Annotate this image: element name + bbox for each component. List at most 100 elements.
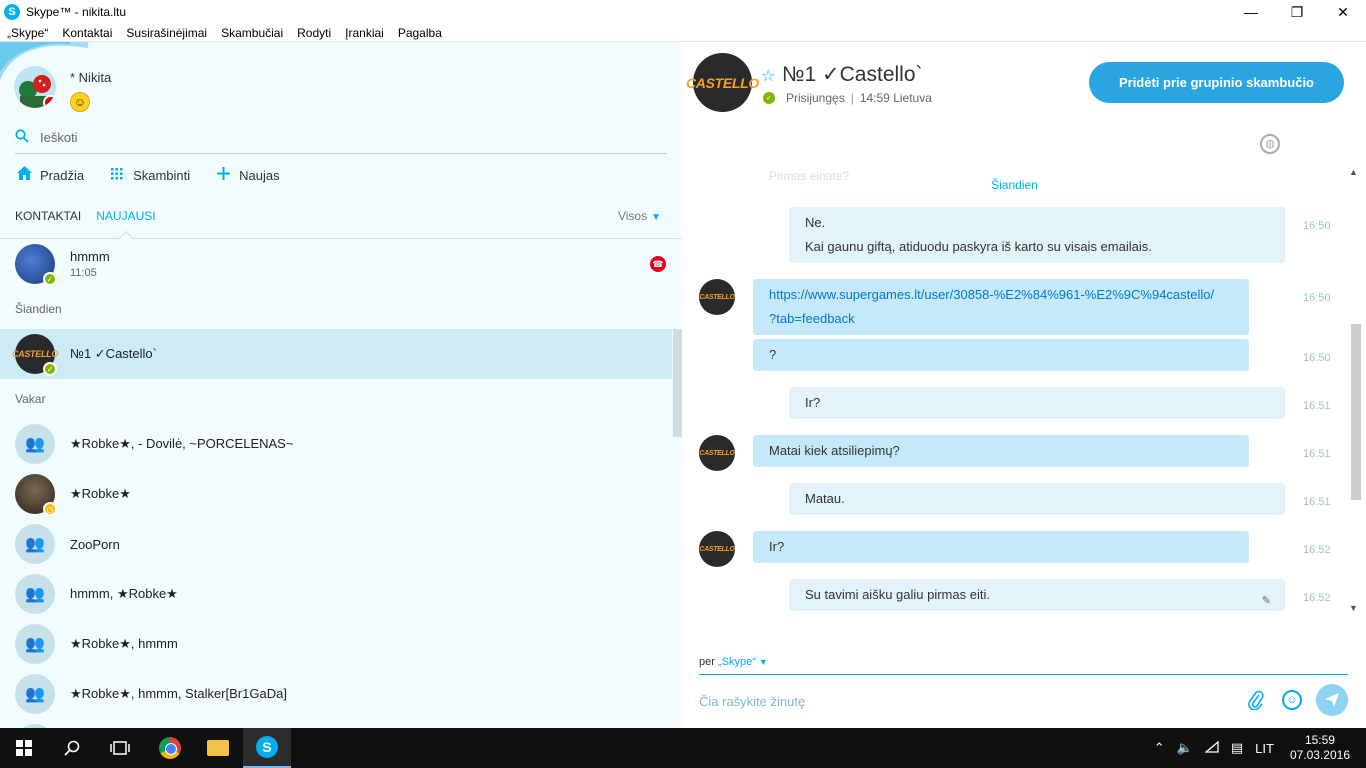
message-link[interactable]: ?tab=feedback: [769, 311, 855, 326]
contact-avatar[interactable]: CASTELLO: [686, 53, 759, 112]
message-text: Ir?: [805, 395, 821, 410]
list-item[interactable]: 👥 ★Robke★, hmmm: [0, 619, 672, 669]
message-bubble[interactable]: Matai kiek atsiliepimų?: [753, 435, 1249, 467]
contact-name: ★Robke★, hmmm, Stalker[Br1GaDa]: [70, 686, 287, 701]
globe-icon[interactable]: ◍: [1260, 134, 1280, 154]
contact-status: ✓ Prisijungęs | 14:59 Lietuva: [763, 91, 932, 105]
mood-emoticon-icon[interactable]: ☺: [70, 92, 90, 112]
windows-start-icon[interactable]: [0, 728, 48, 768]
contact-name: ZooPorn: [70, 536, 120, 552]
group-avatar-icon: 👥: [15, 574, 55, 614]
message-bubble[interactable]: Ne. Kai gaunu giftą, atiduodu paskyra iš…: [789, 207, 1285, 263]
nav-new-label: Naujas: [239, 167, 280, 183]
contact-name: ★Robke★, hmmm: [70, 636, 178, 651]
profile-name[interactable]: * Nikita: [70, 70, 111, 85]
contact-name: hmmm: [70, 249, 110, 264]
menu-contacts[interactable]: Kontaktai: [62, 26, 112, 40]
contact-name: hmmm, ★Robke★: [70, 586, 178, 601]
list-item[interactable]: 👥 ★Robke★, - Dovilė, ~PORCELENAS~: [0, 419, 672, 469]
message-bubble[interactable]: Ir?: [753, 531, 1249, 563]
nav-new[interactable]: Naujas: [214, 166, 280, 184]
list-item[interactable]: 👥 hmmm, ★Robke★: [0, 569, 672, 619]
message-input[interactable]: [699, 694, 1239, 709]
menu-calls[interactable]: Skambučiai: [221, 26, 283, 40]
minimize-button[interactable]: —: [1228, 0, 1274, 24]
message-bubble[interactable]: Matau.: [789, 483, 1285, 515]
attach-icon[interactable]: [1248, 690, 1264, 715]
message-bubble[interactable]: Ir?: [789, 387, 1285, 419]
menu-view[interactable]: Rodyti: [297, 26, 331, 40]
list-item[interactable]: 👥 ZooPorn: [0, 519, 672, 569]
menu-conversations[interactable]: Susirašinėjimai: [126, 26, 207, 40]
message-bubble[interactable]: https://www.supergames.lt/user/30858-%E2…: [753, 279, 1249, 335]
list-item[interactable]: ✓ hmmm 11:05 ☎: [0, 239, 672, 289]
sidebar-scrollbar[interactable]: [673, 329, 682, 437]
chrome-icon[interactable]: [146, 728, 194, 768]
nav-home[interactable]: Pradžia: [15, 166, 84, 184]
scroll-down-icon[interactable]: ▼: [1349, 603, 1358, 613]
group-avatar-icon: 👥: [15, 624, 55, 664]
send-icon: [1325, 693, 1339, 707]
avatar: CASTELLO: [699, 279, 735, 315]
skype-taskbar-icon[interactable]: S: [243, 728, 291, 768]
chevron-down-icon: ▼: [758, 657, 768, 667]
message-time: 16:50: [1303, 352, 1331, 364]
scrollbar-thumb[interactable]: [1351, 324, 1361, 500]
hang-up-icon[interactable]: ☎: [650, 256, 666, 272]
group-avatar-icon: 👥: [15, 524, 55, 564]
avatar: CASTELLO ✓: [11, 334, 59, 376]
list-item[interactable]: 👥 ★Robke★, hmmm, Stalker[Br1GaDa]: [0, 669, 672, 719]
profile-avatar[interactable]: [14, 66, 56, 108]
tab-recent[interactable]: NAUJAUSI: [96, 209, 155, 223]
conversation-panel: CASTELLO ☆ №1 ✓Castello` ✓ Prisijungęs |…: [682, 42, 1366, 728]
menu-help[interactable]: Pagalba: [398, 26, 442, 40]
close-button[interactable]: ✕: [1320, 0, 1366, 24]
message-time: 16:51: [1303, 448, 1331, 460]
message-bubble[interactable]: Su tavimi aišku galiu pirmas eiti. ✎: [789, 579, 1285, 611]
system-tray: ⌃ 🔈 ▤ LIT 15:59 07.03.2016: [1154, 728, 1366, 768]
section-header-yesterday: Vakar: [15, 392, 46, 406]
emoticon-icon[interactable]: ☺: [1282, 690, 1302, 710]
message-time: 16:52: [1303, 592, 1331, 604]
contact-name: ★Robke★: [70, 486, 131, 501]
menu-tools[interactable]: Įrankiai: [345, 26, 384, 40]
message-scrollbar[interactable]: ▲ ▼: [1347, 162, 1362, 617]
restore-button[interactable]: ❐: [1274, 0, 1320, 24]
avatar: ✓: [15, 244, 57, 286]
menu-skype[interactable]: „Skype“: [7, 26, 48, 40]
edit-pencil-icon[interactable]: ✎: [1262, 589, 1271, 613]
send-button[interactable]: [1316, 684, 1348, 716]
list-item[interactable]: 👥: [0, 719, 672, 728]
item-time: 11:05: [70, 267, 97, 279]
taskbar: S ⌃ 🔈 ▤ LIT 15:59 07.03.2016: [0, 728, 1366, 768]
wifi-icon[interactable]: [1204, 740, 1219, 756]
message-link[interactable]: https://www.supergames.lt/user/30858-%E2…: [769, 287, 1214, 302]
message-text: Kai gaunu giftą, atiduodu paskyra iš kar…: [805, 239, 1152, 254]
via-label: per: [699, 656, 715, 668]
search-icon[interactable]: [48, 728, 96, 768]
filter-dropdown[interactable]: Visos ▼: [618, 209, 661, 223]
chevron-up-icon[interactable]: ⌃: [1154, 740, 1165, 756]
add-to-group-call-button[interactable]: Pridėti prie grupinio skambučio: [1089, 62, 1344, 103]
volume-icon[interactable]: 🔈: [1177, 740, 1193, 756]
send-via-selector[interactable]: per „Skype“ ▼: [699, 656, 768, 668]
input-language[interactable]: LIT: [1255, 741, 1274, 756]
avatar-logo-text: CASTELLO: [11, 349, 59, 359]
section-header-today: Šiandien: [15, 302, 62, 316]
favorite-star-icon[interactable]: ☆: [761, 66, 775, 86]
recent-list: ✓ hmmm 11:05 ☎ Šiandien CASTELLO ✓ №1 ✓Ca…: [0, 239, 672, 728]
message-text: Su tavimi aišku galiu pirmas eiti.: [805, 587, 990, 602]
search-input[interactable]: [40, 130, 600, 145]
via-value: „Skype“: [717, 656, 756, 668]
scroll-up-icon[interactable]: ▲: [1349, 167, 1358, 177]
task-view-icon[interactable]: [96, 728, 144, 768]
search-icon: [15, 129, 31, 146]
file-explorer-icon[interactable]: [194, 728, 242, 768]
clock[interactable]: 15:59 07.03.2016: [1290, 733, 1350, 763]
message-bubble[interactable]: ?: [753, 339, 1249, 371]
list-item[interactable]: CASTELLO ✓ №1 ✓Castello`: [0, 329, 672, 379]
list-item[interactable]: ◷ ★Robke★: [0, 469, 672, 519]
nav-call[interactable]: Skambinti: [108, 167, 190, 184]
notification-icon[interactable]: ▤: [1231, 740, 1243, 756]
tab-contacts[interactable]: KONTAKTAI: [15, 209, 81, 223]
